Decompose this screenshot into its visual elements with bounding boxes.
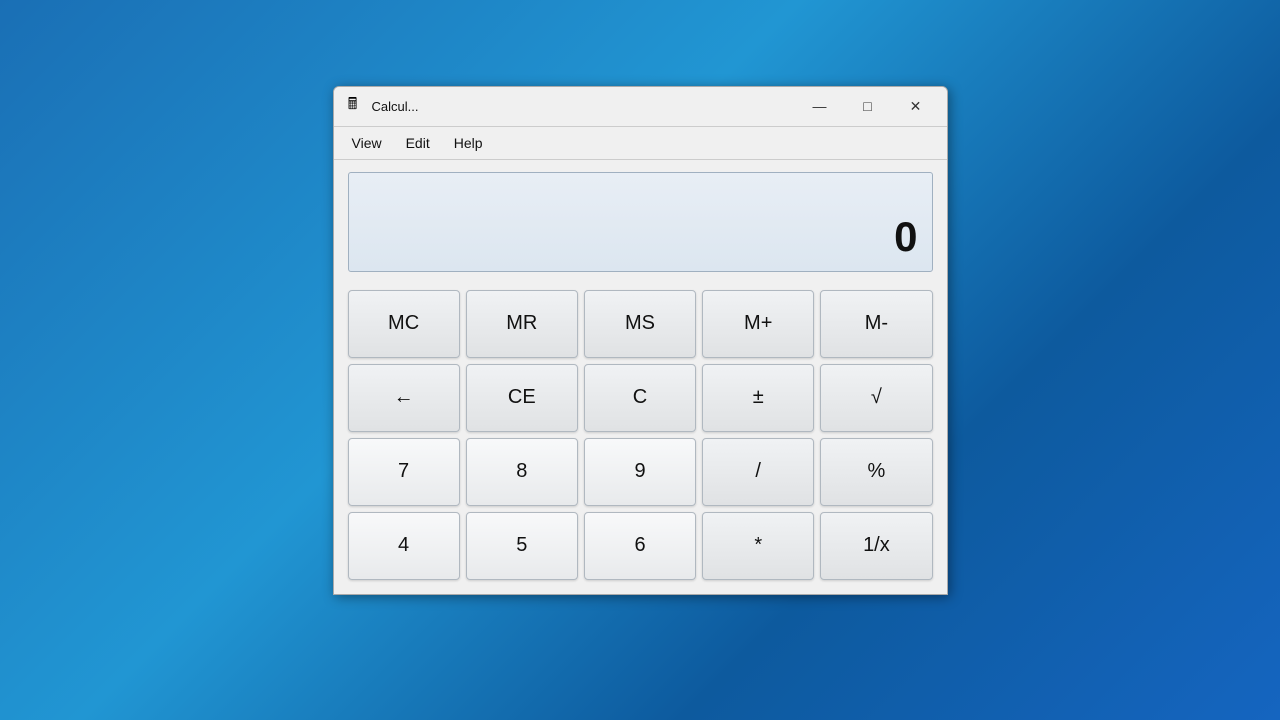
backspace-button[interactable]: ←: [348, 364, 460, 432]
row-789: 7 8 9 / %: [348, 438, 933, 506]
calculator-window: 🖩 Calcul... — □ ✕ View Edit Help 0 MC MR…: [333, 86, 948, 595]
ce-button[interactable]: CE: [466, 364, 578, 432]
six-button[interactable]: 6: [584, 512, 696, 580]
seven-button[interactable]: 7: [348, 438, 460, 506]
nine-button[interactable]: 9: [584, 438, 696, 506]
divide-button[interactable]: /: [702, 438, 814, 506]
four-button[interactable]: 4: [348, 512, 460, 580]
menu-view[interactable]: View: [342, 131, 392, 155]
multiply-button[interactable]: *: [702, 512, 814, 580]
menu-help[interactable]: Help: [444, 131, 493, 155]
title-bar: 🖩 Calcul... — □ ✕: [334, 87, 947, 127]
minimize-button[interactable]: —: [797, 91, 843, 121]
title-bar-controls: — □ ✕: [797, 91, 939, 121]
menu-bar: View Edit Help: [334, 127, 947, 160]
eight-button[interactable]: 8: [466, 438, 578, 506]
display-value: 0: [894, 213, 917, 261]
mminus-button[interactable]: M-: [820, 290, 932, 358]
ms-button[interactable]: MS: [584, 290, 696, 358]
buttons-area: MC MR MS M+ M- ← CE C ± √ 7 8 9 / % 4 5 …: [334, 284, 947, 594]
mplus-button[interactable]: M+: [702, 290, 814, 358]
window-title: Calcul...: [372, 99, 797, 114]
mr-button[interactable]: MR: [466, 290, 578, 358]
sqrt-button[interactable]: √: [820, 364, 932, 432]
memory-row: MC MR MS M+ M-: [348, 290, 933, 358]
close-button[interactable]: ✕: [893, 91, 939, 121]
percent-button[interactable]: %: [820, 438, 932, 506]
menu-edit[interactable]: Edit: [396, 131, 440, 155]
reciprocal-button[interactable]: 1/x: [820, 512, 932, 580]
display-area: 0: [348, 172, 933, 272]
app-icon: 🖩: [342, 95, 364, 117]
row-456: 4 5 6 * 1/x: [348, 512, 933, 580]
five-button[interactable]: 5: [466, 512, 578, 580]
c-button[interactable]: C: [584, 364, 696, 432]
plusminus-button[interactable]: ±: [702, 364, 814, 432]
mc-button[interactable]: MC: [348, 290, 460, 358]
control-row: ← CE C ± √: [348, 364, 933, 432]
maximize-button[interactable]: □: [845, 91, 891, 121]
